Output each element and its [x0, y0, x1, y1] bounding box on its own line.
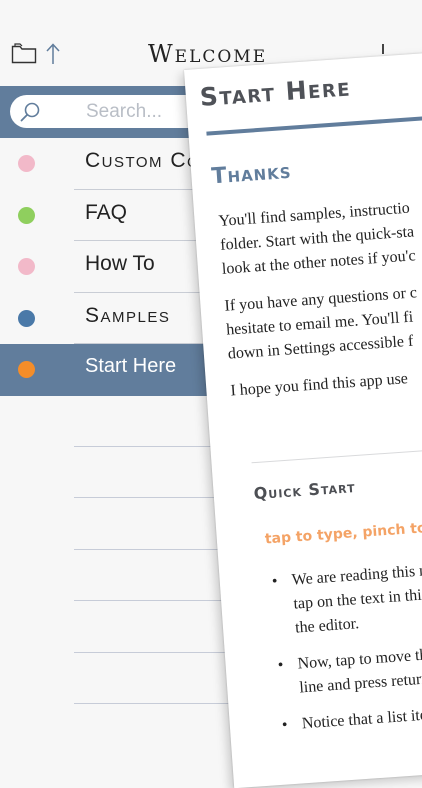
preview-body: You'll find samples, instructio folder. … [218, 188, 422, 417]
empty-line [74, 653, 234, 704]
page-title: Welcome [148, 40, 268, 68]
header-edge-mark [382, 44, 384, 54]
bullet-item: • Now, tap to move th line and press ret… [273, 633, 422, 702]
empty-line [74, 550, 234, 601]
bullet-item: • We are reading this no tap on the text… [267, 549, 422, 642]
empty-line [74, 601, 234, 653]
list-item-label: Start Here [85, 355, 177, 377]
bullet-dot-icon: • [281, 716, 289, 734]
title-rule [206, 109, 422, 136]
section-divider [251, 441, 422, 464]
arrow-up-icon[interactable] [44, 42, 62, 66]
list-item-label: Samples [85, 303, 171, 327]
list-item-label: Custom Co [85, 149, 201, 172]
preview-bullet-list: • We are reading this no tap on the text… [267, 549, 422, 749]
text-line: I hope you find this app use [229, 370, 409, 400]
search-icon [19, 101, 41, 123]
preview-title: Start Here [198, 72, 352, 112]
text-line: tap on the text in this [292, 586, 422, 613]
preview-heading: Thanks [210, 158, 293, 190]
preview-hint: tap to type, pinch to previ [264, 517, 422, 548]
text-line: Notice that a list ite [301, 706, 422, 733]
text-line: look at the other notes if you'c [221, 247, 417, 278]
bullet-dot-icon: • [277, 656, 284, 674]
empty-line [74, 498, 234, 550]
preview-subheading: Quick Start [253, 477, 357, 504]
text-line: We are reading this no [291, 561, 422, 589]
text-line: line and press returr [298, 670, 422, 697]
paragraph: If you have any questions or c hesitate … [224, 272, 422, 366]
note-color-dot [18, 361, 35, 378]
paragraph: You'll find samples, instructio folder. … [218, 188, 422, 282]
note-color-dot [18, 309, 35, 327]
list-item-samples[interactable]: Samples [0, 293, 230, 344]
list-item-label: FAQ [85, 200, 128, 224]
text-line: down in Settings accessible f [227, 332, 414, 363]
note-color-dot [18, 258, 35, 275]
text-line: the editor. [294, 615, 360, 637]
bullet-dot-icon: • [271, 572, 279, 591]
folder-icon[interactable] [11, 42, 37, 64]
list-item-start-here[interactable]: Start Here [0, 344, 230, 396]
list-item-label: How To [85, 252, 155, 275]
text-line: Now, tap to move th [297, 646, 422, 673]
note-color-dot [18, 206, 35, 224]
note-color-dot [18, 155, 35, 172]
